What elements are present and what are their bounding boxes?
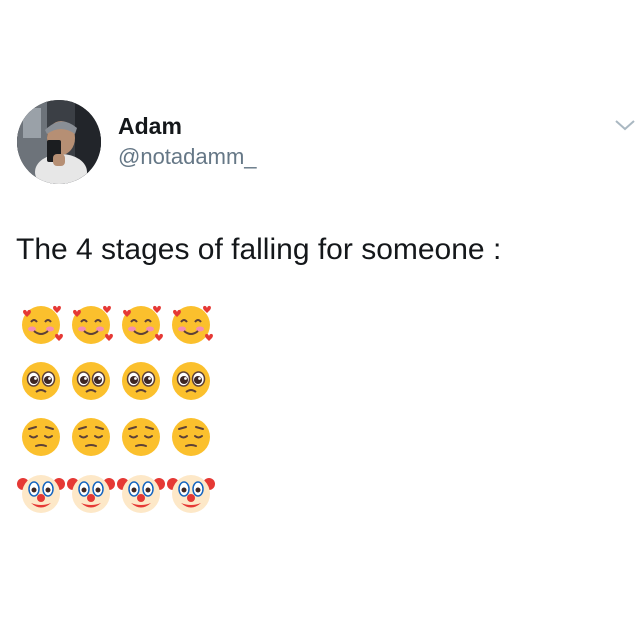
smiling-face-with-hearts-icon [16, 300, 66, 350]
emoji-grid [16, 300, 216, 524]
pensive-face-icon [166, 412, 216, 462]
chevron-down-icon[interactable] [614, 117, 636, 133]
smiling-face-with-hearts-icon [66, 300, 116, 350]
emoji-row-hearts [16, 300, 216, 356]
user-handle[interactable]: @notadamm_ [118, 143, 257, 171]
tweet-text: The 4 stages of falling for someone : [16, 233, 502, 266]
clown-face-icon [116, 468, 166, 518]
emoji-row-pleading [16, 356, 216, 412]
pleading-face-icon [116, 356, 166, 406]
smiling-face-with-hearts-icon [166, 300, 216, 350]
clown-face-icon [66, 468, 116, 518]
avatar[interactable] [17, 100, 101, 184]
pensive-face-icon [66, 412, 116, 462]
pensive-face-icon [16, 412, 66, 462]
emoji-row-clown [16, 468, 216, 524]
pleading-face-icon [166, 356, 216, 406]
pensive-face-icon [116, 412, 166, 462]
pleading-face-icon [16, 356, 66, 406]
display-name[interactable]: Adam [118, 112, 182, 140]
pleading-face-icon [66, 356, 116, 406]
smiling-face-with-hearts-icon [116, 300, 166, 350]
clown-face-icon [166, 468, 216, 518]
emoji-row-pensive [16, 412, 216, 468]
clown-face-icon [16, 468, 66, 518]
